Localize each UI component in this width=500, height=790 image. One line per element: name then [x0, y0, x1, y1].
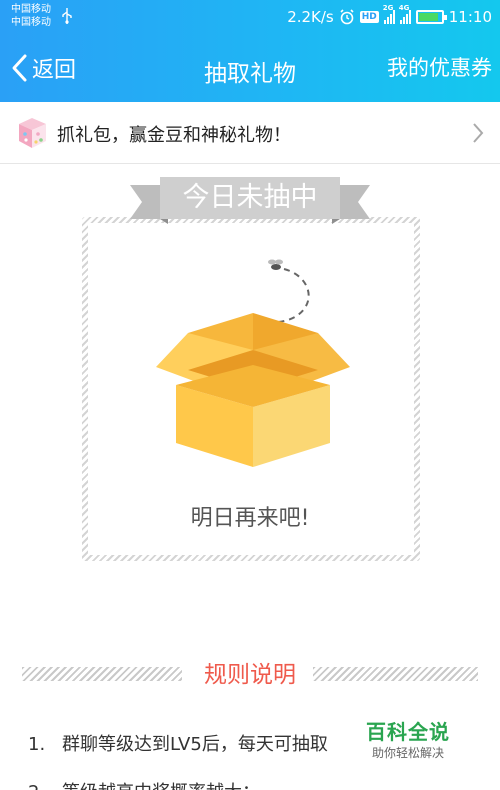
page: 中国移动 中国移动 2.2K/s HD 2G 4G 11:10 返回 抽取礼物 … [0, 0, 500, 790]
gift-box-icon [19, 118, 46, 148]
navbar: 返回 抽取礼物 我的优惠券 [0, 34, 500, 102]
rule-item-1: 1. 群聊等级达到LV5后，每天可抽取 [28, 730, 328, 756]
header: 中国移动 中国移动 2.2K/s HD 2G 4G 11:10 返回 抽取礼物 … [0, 0, 500, 102]
watermark-sub: 助你轻松解决 [372, 746, 445, 760]
network-speed: 2.2K/s [287, 8, 334, 26]
signal-icon-2: 4G [399, 4, 411, 24]
chevron-right-icon [473, 123, 484, 143]
carrier-2: 中国移动 [11, 17, 51, 28]
alarm-icon [340, 9, 354, 25]
network-type-1: 2G [382, 4, 394, 12]
hd-badge: HD [359, 11, 379, 23]
clock: 11:10 [448, 8, 492, 26]
my-coupons-button[interactable]: 我的优惠券 [387, 52, 492, 82]
rule-number: 2. [28, 782, 62, 790]
rule-text: 群聊等级达到LV5后，每天可抽取 [62, 734, 328, 755]
carrier-info: 中国移动 中国移动 [11, 3, 51, 29]
promo-banner[interactable]: 抓礼包，赢金豆和神秘礼物！ [0, 102, 500, 164]
rule-number: 1. [28, 734, 46, 755]
ribbon-label: 今日未抽中 [182, 182, 318, 213]
rule-text: 等级越高中奖概率越大； [62, 782, 260, 790]
rule-item-2: 2.等级越高中奖概率越大； [28, 778, 260, 790]
rules-header: 规则说明 [22, 655, 478, 689]
carrier-1: 中国移动 [11, 4, 51, 15]
network-type-2: 4G [398, 4, 410, 12]
signal-icon: 2G [383, 4, 395, 24]
rules-title: 规则说明 [204, 662, 296, 688]
usb-icon [62, 8, 72, 24]
status-bar: 中国移动 中国移动 2.2K/s HD 2G 4G 11:10 [0, 0, 500, 34]
promo-text: 抓礼包，赢金豆和神秘礼物！ [57, 125, 291, 146]
watermark-logo: 百科全说 助你轻松解决 [366, 716, 466, 766]
battery-fill [418, 13, 438, 21]
status-right: 2.2K/s HD 2G 4G 11:10 [287, 4, 492, 28]
open-box-icon [156, 259, 350, 467]
result-message: 明日再来吧! [190, 506, 310, 531]
battery-icon [415, 10, 447, 24]
watermark-main: 百科全说 [366, 720, 450, 744]
